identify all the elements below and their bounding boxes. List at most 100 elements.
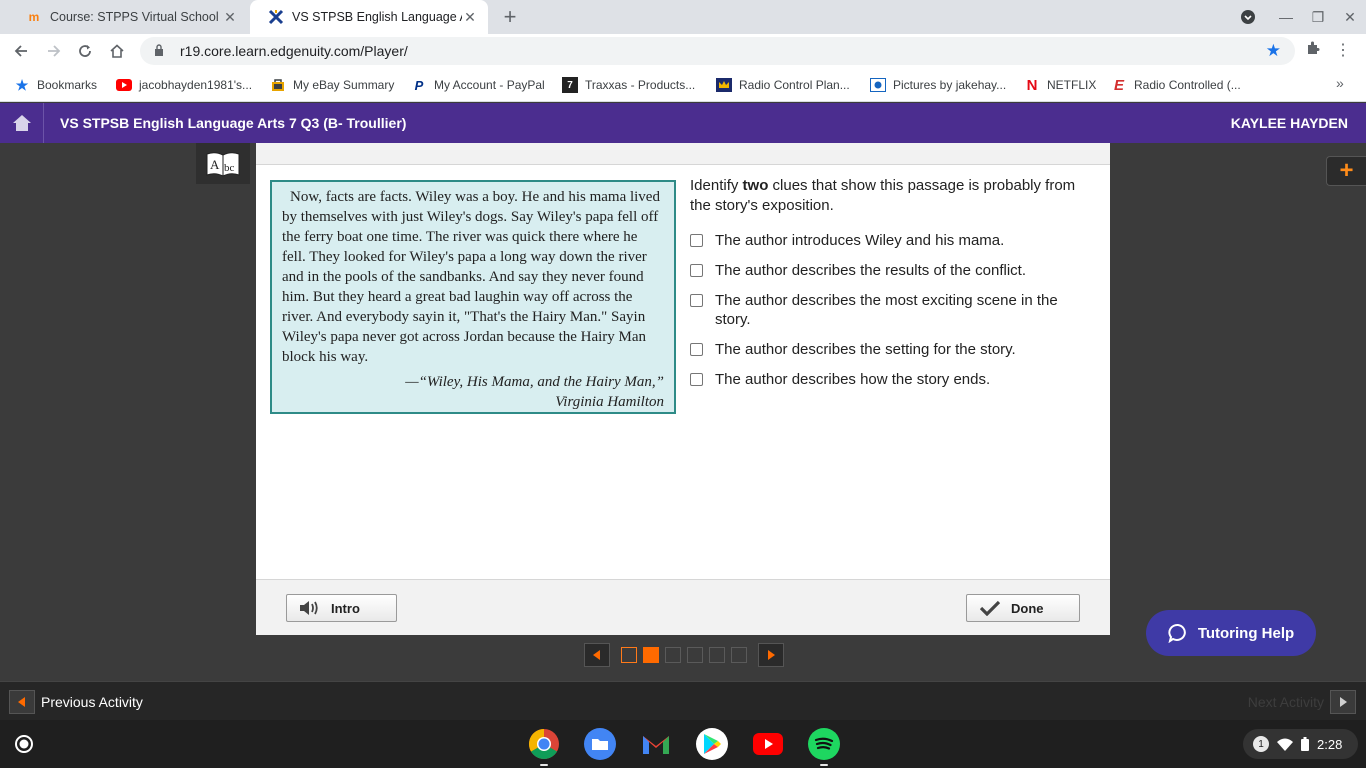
- answer-checkbox[interactable]: [690, 294, 703, 307]
- answer-checkbox[interactable]: [690, 264, 703, 277]
- e-icon: E: [1113, 76, 1124, 94]
- answer-option[interactable]: The author describes the setting for the…: [690, 340, 1090, 359]
- bookmark-label: Pictures by jakehay...: [893, 78, 1007, 92]
- extensions-icon[interactable]: [1302, 40, 1324, 62]
- play-store-icon[interactable]: [696, 728, 728, 760]
- bookmark-star-icon[interactable]: ★: [1266, 41, 1281, 61]
- intro-button[interactable]: Intro: [286, 594, 397, 622]
- answer-label[interactable]: The author describes the results of the …: [715, 261, 1026, 280]
- battery-icon: [1301, 737, 1309, 751]
- tutoring-help-button[interactable]: Tutoring Help: [1146, 610, 1316, 656]
- bookmark-item[interactable]: 7 Traxxas - Products...: [562, 76, 695, 94]
- close-icon[interactable]: ✕: [222, 9, 238, 26]
- bookmark-item[interactable]: ★ Bookmarks: [14, 76, 97, 94]
- expand-tools-button[interactable]: +: [1326, 156, 1366, 186]
- pager-page-5[interactable]: [709, 647, 725, 663]
- pager-page-4[interactable]: [687, 647, 703, 663]
- speaker-icon: [299, 598, 321, 618]
- crown-icon: [716, 77, 732, 93]
- bookmark-item[interactable]: Radio Control Plan...: [716, 76, 850, 94]
- notification-count: 1: [1253, 736, 1269, 752]
- tab-course[interactable]: m Course: STPPS Virtual School - C ✕: [8, 0, 248, 34]
- youtube-icon: [116, 77, 132, 93]
- bookmark-label: NETFLIX: [1047, 78, 1097, 92]
- done-button[interactable]: Done: [966, 594, 1080, 622]
- activity-nav-bar: Previous Activity Next Activity: [0, 681, 1366, 720]
- netflix-icon: N: [1026, 76, 1038, 94]
- minimize-icon[interactable]: —: [1271, 0, 1301, 34]
- back-button[interactable]: [8, 38, 34, 64]
- answer-label[interactable]: The author introduces Wiley and his mama…: [715, 231, 1004, 250]
- reload-button[interactable]: [72, 38, 98, 64]
- bookmark-item[interactable]: N NETFLIX: [1024, 76, 1097, 94]
- gmail-icon[interactable]: [640, 728, 672, 760]
- bookmarks-overflow-icon[interactable]: »: [1336, 75, 1344, 91]
- tab-title: Course: STPPS Virtual School - C: [50, 10, 222, 24]
- pager-page-6[interactable]: [731, 647, 747, 663]
- answer-option[interactable]: The author describes the most exciting s…: [690, 291, 1090, 329]
- course-header: VS STPSB English Language Arts 7 Q3 (B- …: [0, 103, 1366, 143]
- browser-tab-strip: m Course: STPPS Virtual School - C ✕ VS …: [0, 0, 1366, 34]
- bag-icon: [270, 77, 286, 93]
- launcher-icon[interactable]: [12, 732, 36, 756]
- new-tab-button[interactable]: +: [498, 5, 522, 29]
- status-tray[interactable]: 1 2:28: [1243, 729, 1358, 759]
- passage-citation: —“Wiley, His Mama, and the Hairy Man,” V…: [282, 372, 664, 412]
- spotify-icon[interactable]: [808, 728, 840, 760]
- answer-option[interactable]: The author introduces Wiley and his mama…: [690, 231, 1090, 250]
- bookmark-label: My Account - PayPal: [434, 78, 545, 92]
- answer-option[interactable]: The author describes how the story ends.: [690, 370, 1090, 389]
- bookmark-item[interactable]: E Radio Controlled (...: [1111, 76, 1241, 94]
- previous-activity-label[interactable]: Previous Activity: [41, 694, 143, 710]
- youtube-icon[interactable]: [752, 728, 784, 760]
- passage-text: Now, facts are facts. Wiley was a boy. H…: [282, 189, 660, 365]
- answer-label[interactable]: The author describes the setting for the…: [715, 340, 1016, 359]
- forward-button[interactable]: [41, 38, 67, 64]
- os-shelf: 1 2:28: [0, 720, 1366, 768]
- tab-search-icon[interactable]: [1233, 0, 1263, 34]
- course-title: VS STPSB English Language Arts 7 Q3 (B- …: [60, 115, 407, 131]
- triangle-right-icon: [1340, 697, 1347, 707]
- answer-option[interactable]: The author describes the results of the …: [690, 261, 1090, 280]
- chrome-icon[interactable]: [528, 728, 560, 760]
- paypal-icon: P: [414, 77, 424, 93]
- pager-page-3[interactable]: [665, 647, 681, 663]
- dictionary-button[interactable]: A bc: [196, 143, 250, 184]
- bookmark-item[interactable]: jacobhayden1981's...: [116, 76, 252, 94]
- pager-page-2[interactable]: [643, 647, 659, 663]
- bookmark-item[interactable]: My eBay Summary: [270, 76, 394, 94]
- bookmark-item[interactable]: Pictures by jakehay...: [870, 76, 1006, 94]
- window-close-icon[interactable]: ✕: [1335, 0, 1365, 34]
- svg-text:bc: bc: [224, 162, 235, 174]
- user-name[interactable]: KAYLEE HAYDEN: [1231, 115, 1348, 131]
- dictionary-icon: A bc: [206, 151, 240, 177]
- answer-checkbox[interactable]: [690, 234, 703, 247]
- home-button[interactable]: [104, 38, 130, 64]
- pager-prev-button[interactable]: [584, 643, 610, 667]
- previous-activity-button[interactable]: [9, 690, 35, 714]
- restore-icon[interactable]: ❐: [1303, 0, 1333, 34]
- bookmark-item[interactable]: P My Account - PayPal: [411, 76, 545, 94]
- chat-bubble-icon: [1168, 623, 1188, 643]
- pager-next-button[interactable]: [758, 643, 784, 667]
- close-icon[interactable]: ✕: [462, 9, 478, 26]
- answer-label[interactable]: The author describes the most exciting s…: [715, 291, 1090, 329]
- bookmark-label: jacobhayden1981's...: [139, 78, 253, 92]
- browser-menu-icon[interactable]: ⋮: [1334, 40, 1352, 62]
- answer-label[interactable]: The author describes how the story ends.: [715, 370, 990, 389]
- answer-checkbox[interactable]: [690, 373, 703, 386]
- tutoring-label: Tutoring Help: [1197, 624, 1295, 642]
- tab-edgenuity[interactable]: VS STPSB English Language Art ✕: [250, 0, 488, 34]
- running-indicator: [820, 764, 828, 766]
- reading-passage: Now, facts are facts. Wiley was a boy. H…: [270, 180, 676, 414]
- moodle-icon: m: [28, 10, 40, 24]
- activity-pager: [584, 643, 784, 667]
- address-bar[interactable]: r19.core.learn.edgenuity.com/Player/ ★: [140, 37, 1295, 65]
- course-home-button[interactable]: [0, 103, 44, 143]
- url-text: r19.core.learn.edgenuity.com/Player/: [180, 43, 408, 59]
- answer-checkbox[interactable]: [690, 343, 703, 356]
- lock-icon: [154, 43, 168, 59]
- pager-page-1[interactable]: [621, 647, 637, 663]
- citation-author: Virginia Hamilton: [555, 394, 664, 410]
- files-icon[interactable]: [584, 728, 616, 760]
